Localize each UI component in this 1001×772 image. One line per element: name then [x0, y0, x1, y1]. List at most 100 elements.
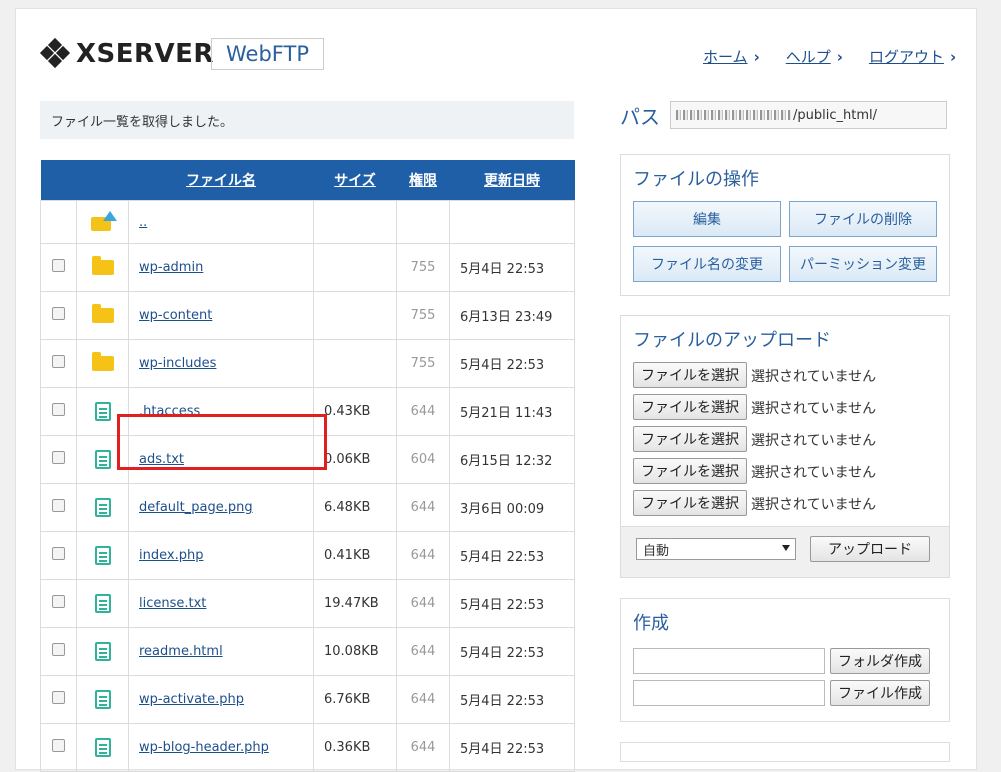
nav-help-link[interactable]: ヘルプ — [786, 48, 831, 66]
file-name-link[interactable]: ads.txt — [139, 452, 184, 467]
create-folder-button[interactable]: フォルダ作成 — [830, 648, 930, 674]
name-cell: license.txt — [128, 579, 314, 628]
file-name-link[interactable]: default_page.png — [139, 500, 253, 515]
nav-home-link[interactable]: ホーム — [703, 48, 748, 66]
redacted-domain — [676, 110, 791, 120]
icon-cell — [76, 243, 129, 292]
size-cell: 0.06KB — [313, 435, 397, 484]
row-checkbox[interactable] — [52, 739, 65, 752]
document-icon — [94, 690, 111, 709]
row-checkbox[interactable] — [52, 307, 65, 320]
sort-by-date-link[interactable]: 更新日時 — [484, 173, 540, 189]
row-checkbox[interactable] — [52, 355, 65, 368]
file-name-link[interactable]: wp-admin — [139, 260, 203, 275]
file-name-link[interactable]: index.php — [139, 548, 203, 563]
header-size[interactable]: サイズ — [313, 160, 397, 201]
checkbox-cell[interactable] — [40, 579, 77, 628]
parent-directory-link[interactable]: .. — [139, 215, 147, 230]
sort-by-name-link[interactable]: ファイル名 — [186, 173, 256, 189]
table-row: default_page.png 6.48KB 644 3月6日 00:09 — [40, 483, 575, 532]
checkbox-cell[interactable] — [40, 339, 77, 388]
icon-cell — [76, 291, 129, 340]
file-name-link[interactable]: readme.html — [139, 644, 223, 659]
header-name[interactable]: ファイル名 — [128, 160, 314, 201]
row-checkbox[interactable] — [52, 595, 65, 608]
file-name-link[interactable]: wp-blog-header.php — [139, 740, 269, 755]
nav-home[interactable]: ホーム › — [703, 46, 760, 67]
sort-by-perm-link[interactable]: 権限 — [409, 173, 437, 189]
parent-directory-row: .. — [40, 200, 575, 244]
file-name-link[interactable]: wp-includes — [139, 356, 216, 371]
delete-file-button[interactable]: ファイルの削除 — [789, 201, 937, 237]
perm-cell: 644 — [396, 387, 450, 436]
checkbox-cell[interactable] — [40, 627, 77, 676]
xserver-logo: XSERVER — [39, 37, 214, 70]
change-permission-button[interactable]: パーミッション変更 — [789, 246, 937, 282]
transfer-mode-select[interactable]: 自動 — [636, 538, 796, 560]
choose-file-button-3[interactable]: ファイルを選択 — [633, 426, 747, 452]
file-name-link[interactable]: .htaccess — [139, 404, 200, 419]
file-name-link[interactable]: wp-content — [139, 308, 212, 323]
path-label: パス — [620, 105, 660, 129]
checkbox-cell[interactable] — [40, 435, 77, 484]
row-checkbox[interactable] — [52, 643, 65, 656]
row-checkbox[interactable] — [52, 499, 65, 512]
checkbox-cell[interactable] — [40, 483, 77, 532]
name-cell: .htaccess — [128, 387, 314, 436]
file-name-link[interactable]: license.txt — [139, 596, 206, 611]
checkbox-cell[interactable] — [40, 291, 77, 340]
file-name-link[interactable]: wp-activate.php — [139, 692, 244, 707]
checkbox-cell[interactable] — [40, 675, 77, 724]
icon-cell — [76, 200, 129, 244]
edit-button[interactable]: 編集 — [633, 201, 781, 237]
checkbox-cell[interactable] — [40, 531, 77, 580]
document-icon — [94, 450, 111, 469]
sort-by-size-link[interactable]: サイズ — [334, 173, 376, 189]
name-cell: wp-admin — [128, 243, 314, 292]
document-icon — [94, 642, 111, 661]
checkbox-cell[interactable] — [40, 387, 77, 436]
choose-file-button-2[interactable]: ファイルを選択 — [633, 394, 747, 420]
row-checkbox[interactable] — [52, 403, 65, 416]
upload-button[interactable]: アップロード — [810, 536, 930, 562]
row-checkbox[interactable] — [52, 691, 65, 704]
icon-cell — [76, 675, 129, 724]
new-file-name-input[interactable] — [633, 680, 825, 706]
choose-file-button-4[interactable]: ファイルを選択 — [633, 458, 747, 484]
chevron-right-icon: › — [949, 48, 957, 66]
date-cell: 6月13日 23:49 — [449, 291, 575, 340]
table-row: .htaccess 0.43KB 644 5月21日 11:43 — [40, 387, 575, 436]
row-checkbox[interactable] — [52, 259, 65, 272]
choose-file-button-1[interactable]: ファイルを選択 — [633, 362, 747, 388]
header-perm[interactable]: 権限 — [396, 160, 450, 201]
table-row: wp-content 755 6月13日 23:49 — [40, 291, 575, 340]
size-cell: 0.36KB — [313, 723, 397, 772]
date-cell: 5月4日 22:53 — [449, 243, 575, 292]
file-upload-title: ファイルのアップロード — [633, 330, 831, 351]
size-cell — [313, 291, 397, 340]
choose-file-button-5[interactable]: ファイルを選択 — [633, 490, 747, 516]
empty-cell — [40, 200, 77, 244]
checkbox-cell[interactable] — [40, 723, 77, 772]
checkbox-cell[interactable] — [40, 243, 77, 292]
no-file-selected-5: 選択されていません — [751, 497, 877, 513]
nav-logout[interactable]: ログアウト › — [869, 46, 956, 67]
folder-icon — [91, 352, 114, 371]
nav-logout-link[interactable]: ログアウト — [869, 48, 944, 66]
icon-cell — [76, 723, 129, 772]
size-cell — [313, 339, 397, 388]
perm-cell: 644 — [396, 579, 450, 628]
no-file-selected-3: 選択されていません — [751, 433, 877, 449]
name-cell: .. — [128, 200, 314, 244]
document-icon — [94, 546, 111, 565]
nav-help[interactable]: ヘルプ › — [786, 46, 843, 67]
rename-file-button[interactable]: ファイル名の変更 — [633, 246, 781, 282]
row-checkbox[interactable] — [52, 547, 65, 560]
create-file-button[interactable]: ファイル作成 — [830, 680, 930, 706]
size-cell: 6.76KB — [313, 675, 397, 724]
perm-cell: 644 — [396, 723, 450, 772]
new-folder-name-input[interactable] — [633, 648, 825, 674]
dropdown-arrow-icon — [782, 545, 790, 551]
row-checkbox[interactable] — [52, 451, 65, 464]
header-date[interactable]: 更新日時 — [449, 160, 575, 201]
